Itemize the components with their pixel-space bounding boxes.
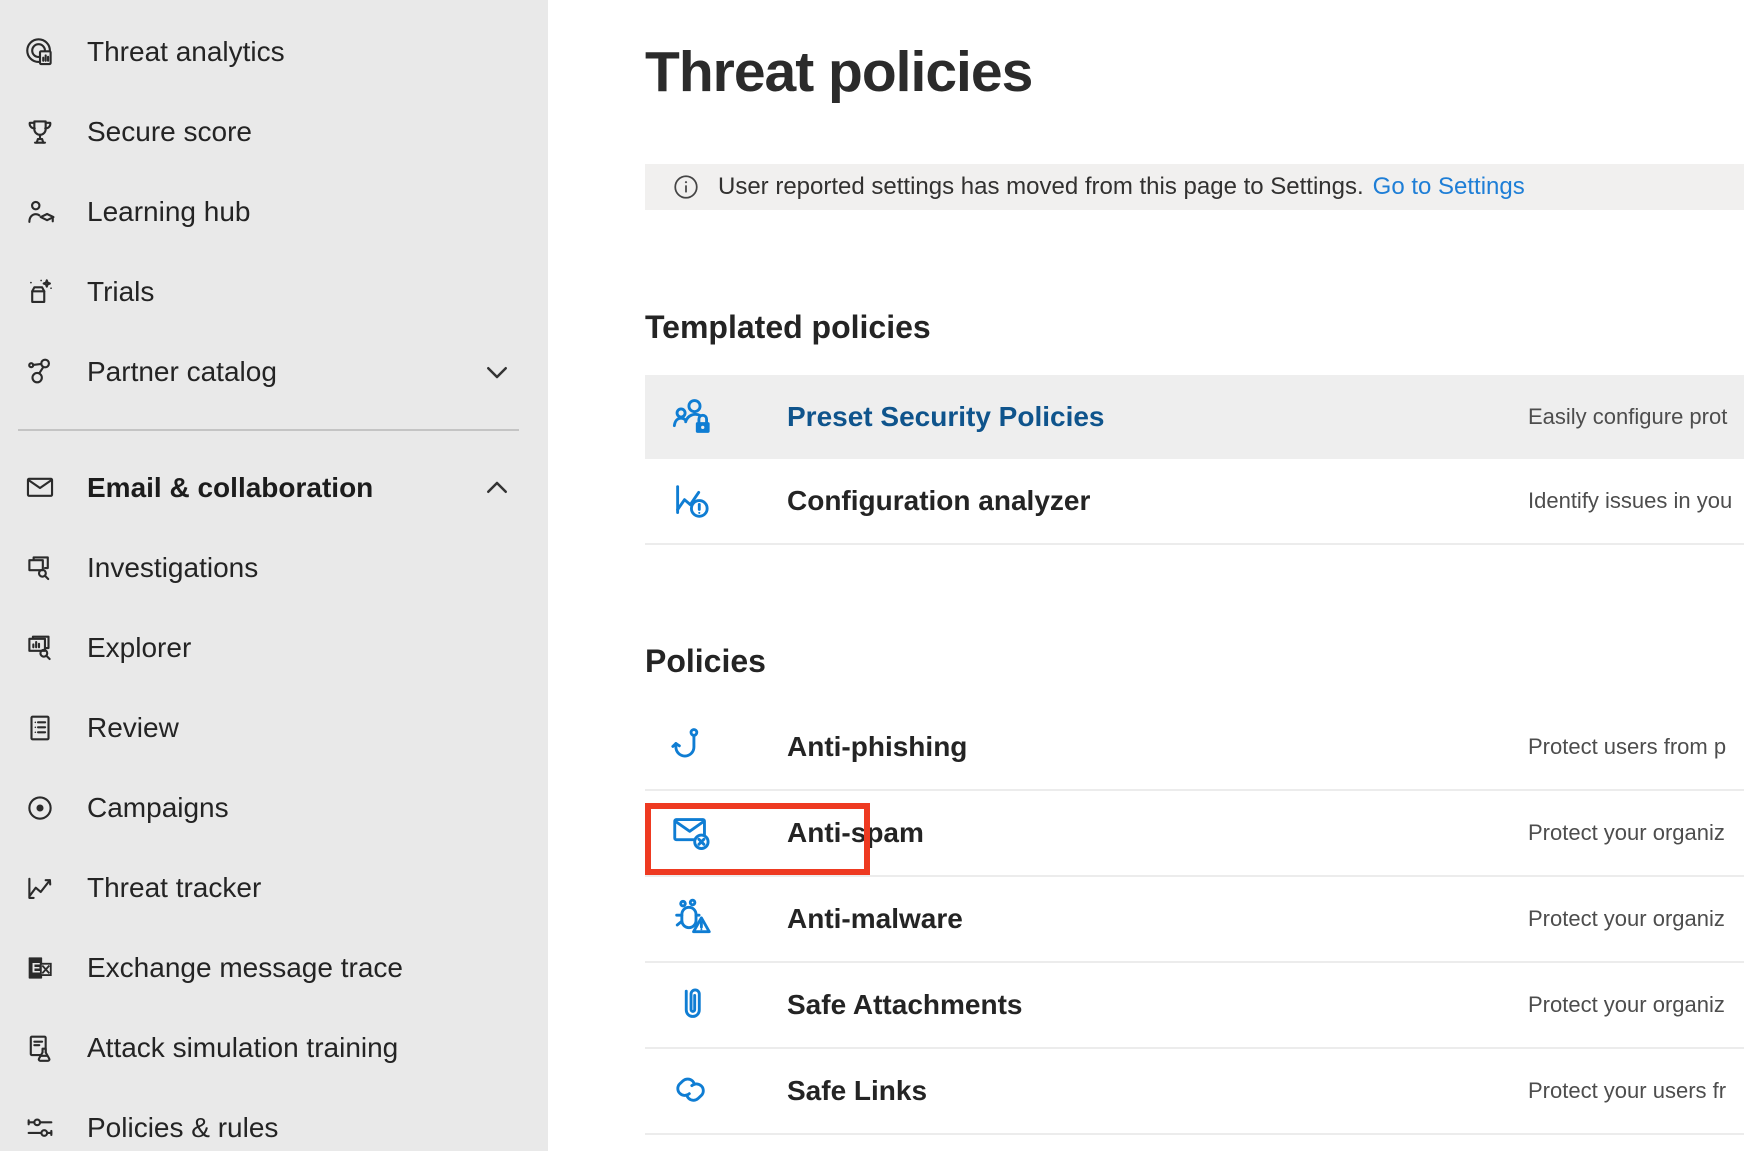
investigations-icon [22, 550, 58, 586]
secure-score-icon [22, 114, 58, 150]
chevron-down-icon [482, 357, 512, 387]
anti-spam-icon [645, 810, 787, 856]
section-heading-templated-policies: Templated policies [645, 311, 1744, 345]
info-icon [671, 172, 701, 202]
safe-attachments-icon [645, 982, 787, 1028]
sidebar-item-label: Threat analytics [87, 36, 285, 68]
sidebar-item-threat-analytics[interactable]: Threat analytics [0, 12, 548, 92]
sidebar-item-label: Secure score [87, 116, 252, 148]
policy-title: Safe Attachments [787, 989, 1528, 1021]
templated-policies-rows: Preset Security Policies Easily configur… [645, 375, 1744, 545]
preset-security-policies-icon [645, 394, 787, 440]
threat-tracker-icon [22, 870, 58, 906]
attack-simulation-training-icon [22, 1030, 58, 1066]
sidebar-item-campaigns[interactable]: Campaigns [0, 768, 548, 848]
policy-title: Safe Links [787, 1075, 1528, 1107]
sidebar-item-explorer[interactable]: Explorer [0, 608, 548, 688]
go-to-settings-link[interactable]: Go to Settings [1373, 173, 1525, 201]
sidebar-item-label: Policies & rules [87, 1112, 278, 1144]
exchange-message-trace-icon: E [22, 950, 58, 986]
chevron-up-icon [482, 473, 512, 503]
sidebar-item-policies-rules[interactable]: Policies & rules [0, 1088, 548, 1151]
sidebar-item-investigations[interactable]: Investigations [0, 528, 548, 608]
sidebar-item-label: Trials [87, 276, 154, 308]
info-banner: User reported settings has moved from th… [645, 164, 1744, 210]
policies-rules-icon [22, 1110, 58, 1146]
sidebar-item-trials[interactable]: Trials [0, 252, 548, 332]
policy-title: Anti-phishing [787, 731, 1528, 763]
sidebar-item-exchange-message-trace[interactable]: E Exchange message trace [0, 928, 548, 1008]
policy-title: Preset Security Policies [787, 401, 1528, 433]
sidebar-item-learning-hub[interactable]: Learning hub [0, 172, 548, 252]
sidebar-item-secure-score[interactable]: Secure score [0, 92, 548, 172]
svg-text:E: E [32, 961, 41, 976]
learning-hub-icon [22, 194, 58, 230]
anti-phishing-icon [645, 724, 787, 770]
sidebar-item-label: Email & collaboration [87, 472, 373, 504]
policy-row-safe-attachments[interactable]: Safe Attachments Protect your organiz [645, 963, 1744, 1049]
sidebar-item-email-collaboration[interactable]: Email & collaboration [0, 448, 548, 528]
section-heading-policies: Policies [645, 645, 1744, 679]
safe-links-icon [645, 1068, 787, 1114]
policy-title: Configuration analyzer [787, 485, 1528, 517]
sidebar-item-label: Threat tracker [87, 872, 261, 904]
sidebar-item-label: Investigations [87, 552, 258, 584]
sidebar-item-attack-simulation-training[interactable]: Attack simulation training [0, 1008, 548, 1088]
policy-title: Anti-spam [787, 817, 1528, 849]
anti-malware-icon [645, 896, 787, 942]
policy-description: Identify issues in you [1528, 488, 1744, 514]
sidebar-item-label: Partner catalog [87, 356, 277, 388]
sidebar-item-label: Campaigns [87, 792, 229, 824]
policy-row-safe-links[interactable]: Safe Links Protect your users fr [645, 1049, 1744, 1135]
sidebar-divider [18, 429, 519, 431]
explorer-icon [22, 630, 58, 666]
banner-text: User reported settings has moved from th… [718, 173, 1364, 201]
sidebar-item-review[interactable]: Review [0, 688, 548, 768]
policy-row-configuration-analyzer[interactable]: Configuration analyzer Identify issues i… [645, 459, 1744, 545]
policy-description: Protect your users fr [1528, 1078, 1744, 1104]
policy-row-preset-security-policies[interactable]: Preset Security Policies Easily configur… [645, 375, 1744, 459]
sidebar-item-label: Learning hub [87, 196, 250, 228]
sidebar-item-label: Review [87, 712, 179, 744]
threat-analytics-icon [22, 34, 58, 70]
sidebar-item-partner-catalog[interactable]: Partner catalog [0, 332, 548, 412]
sidebar-item-label: Exchange message trace [87, 952, 403, 984]
email-collaboration-icon [22, 470, 58, 506]
page-title: Threat policies [645, 0, 1744, 106]
policy-description: Protect your organiz [1528, 820, 1744, 846]
trials-icon [22, 274, 58, 310]
policy-description: Easily configure prot [1528, 404, 1744, 430]
policy-row-anti-malware[interactable]: Anti-malware Protect your organiz [645, 877, 1744, 963]
sidebar-item-label: Explorer [87, 632, 191, 664]
partner-catalog-icon [22, 354, 58, 390]
main-content: Threat policies User reported settings h… [548, 0, 1744, 1151]
campaigns-icon [22, 790, 58, 826]
sidebar-item-label: Attack simulation training [87, 1032, 398, 1064]
policy-description: Protect your organiz [1528, 906, 1744, 932]
sidebar-item-threat-tracker[interactable]: Threat tracker [0, 848, 548, 928]
policy-row-anti-phishing[interactable]: Anti-phishing Protect users from p [645, 705, 1744, 791]
policy-row-anti-spam[interactable]: Anti-spam Protect your organiz [645, 791, 1744, 877]
sidebar-nav: Threat analytics Secure score Learning h… [0, 0, 548, 1151]
policy-description: Protect users from p [1528, 734, 1744, 760]
policy-title: Anti-malware [787, 903, 1528, 935]
configuration-analyzer-icon [645, 478, 787, 524]
policy-description: Protect your organiz [1528, 992, 1744, 1018]
review-icon [22, 710, 58, 746]
policies-rows: Anti-phishing Protect users from p Anti-… [645, 705, 1744, 1135]
